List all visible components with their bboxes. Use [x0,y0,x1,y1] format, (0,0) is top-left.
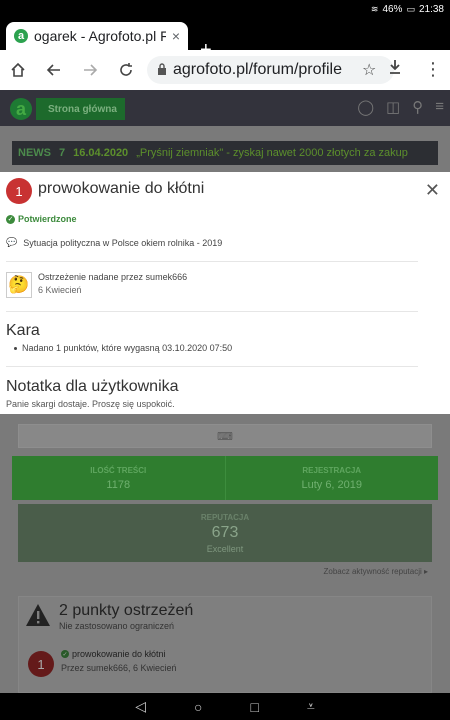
warning-issuer-text: Ostrzeżenie nadane przez sumek666 [38,272,188,282]
forward-icon[interactable] [72,50,108,90]
warning-points-badge: 1 [6,178,32,204]
topic-link[interactable]: 💬 Sytuacja polityczna w Polsce okiem rol… [6,237,222,248]
android-nav-bar: ◁ ○ □ ⩡ [0,693,450,720]
avatar[interactable]: 🤔 [6,272,32,298]
penalty-heading: Kara [6,322,40,339]
check-icon: ✓ [61,650,69,658]
keyboard-icon-bar: ⌨ [18,424,432,448]
agrofoto-favicon-icon: a [14,29,28,43]
warning-item-title[interactable]: ✓ prowokowanie do kłótni [61,649,166,659]
chat-icon[interactable]: ◯ [357,98,374,116]
news-headline[interactable]: „Pryśnij ziemniak" - zyskaj nawet 2000 z… [136,147,408,159]
registration-stat: REJESTRACJA Luty 6, 2019 [301,465,363,491]
reload-icon[interactable] [108,50,144,90]
bookmark-star-icon[interactable]: ☆ [356,60,377,80]
divider [6,366,418,367]
close-icon[interactable]: ✕ [425,180,440,201]
hamburger-menu-icon[interactable]: ≡ [435,98,444,116]
penalty-item: Nadano 1 punktów, które wygasną 03.10.20… [14,343,232,353]
news-date: 16.04.2020 [73,147,129,159]
warnings-title: 2 punkty ostrzeżeń [59,602,194,619]
clock: 21:38 [418,3,444,15]
reputation-value: 673 [211,523,239,541]
profile-stats: ILOŚĆ TREŚCI 1178 REJESTRACJA Luty 6, 20… [12,456,438,500]
nav-back-icon[interactable]: ◁ [135,698,146,715]
news-count: 7 [59,147,66,159]
warnings-subtitle: Nie zastosowano ograniczeń [59,621,175,631]
url-text: agrofoto.pl/forum/profile [173,61,342,78]
battery-level: 46% [382,3,403,15]
warning-issuer: 🤔 Ostrzeżenie nadane przez sumek666 6 Kw… [6,272,187,298]
reputation-activity-link[interactable]: Zobacz aktywność reputacji ▸ [323,567,428,576]
warning-date: 6 Kwiecień [38,285,82,295]
tab-strip: a ogarek - Agrofoto.pl Fo × + [0,18,450,60]
camera-icon[interactable]: ◫ [386,98,400,116]
note-heading: Notatka dla użytkownika [6,378,179,395]
reputation-box: REPUTACJA 673 Excellent [18,504,432,562]
warning-modal: 1 prowokowanie do kłótni ✕ ✓ Potwierdzon… [0,172,450,414]
reputation-level: Excellent [206,543,244,554]
news-ticker[interactable]: NEWS 7 16.04.2020 „Pryśnij ziemniak" - z… [12,141,438,165]
warning-points-badge: 1 [28,651,54,677]
check-icon: ✓ [6,214,15,224]
tab-close-icon[interactable]: × [172,28,180,44]
battery-icon: ▭ [406,3,415,14]
nav-hide-keyboard-icon[interactable]: ⩡ [307,698,315,715]
news-label: NEWS [18,147,51,159]
nav-recents-icon[interactable]: □ [250,699,258,715]
modal-title: prowokowanie do kłótni [38,180,205,197]
status-bar: ≋ 46% ▭ 21:38 [0,0,450,18]
nav-home-icon[interactable]: ○ [194,699,202,715]
warning-triangle-icon [26,604,50,626]
home-icon[interactable] [0,50,36,90]
site-header: a Strona główna ◯ ◫ ⚲ ≡ [0,90,450,126]
warning-item-meta: Przez sumek666, 6 Kwiecień [61,663,177,673]
reputation-label: REPUTACJA [200,512,250,522]
tab-title: ogarek - Agrofoto.pl Fo [34,28,166,44]
keyboard-icon: ⌨ [217,430,233,443]
lock-icon [157,62,167,78]
home-link-button[interactable]: Strona główna [36,98,125,120]
divider [6,261,418,262]
search-icon[interactable]: ⚲ [412,98,423,116]
wifi-icon: ≋ [370,3,379,14]
content-count-stat: ILOŚĆ TREŚCI 1178 [12,456,226,500]
warnings-panel: 2 punkty ostrzeżeń Nie zastosowano ogran… [18,596,432,693]
back-icon[interactable] [36,50,72,90]
browser-toolbar: agrofoto.pl/forum/profile ☆ ⋮ [0,50,450,90]
browser-tab[interactable]: a ogarek - Agrofoto.pl Fo × [6,22,188,50]
download-icon[interactable] [388,59,402,80]
more-menu-icon[interactable]: ⋮ [424,59,442,80]
site-logo[interactable]: a [10,98,32,120]
status-badge: ✓ Potwierdzone [6,214,77,224]
comment-icon: 💬 [6,237,18,247]
note-text: Panie skargi dostaje. Proszę się uspokoi… [6,399,175,409]
caret-right-icon: ▸ [423,567,428,576]
divider [6,311,418,312]
